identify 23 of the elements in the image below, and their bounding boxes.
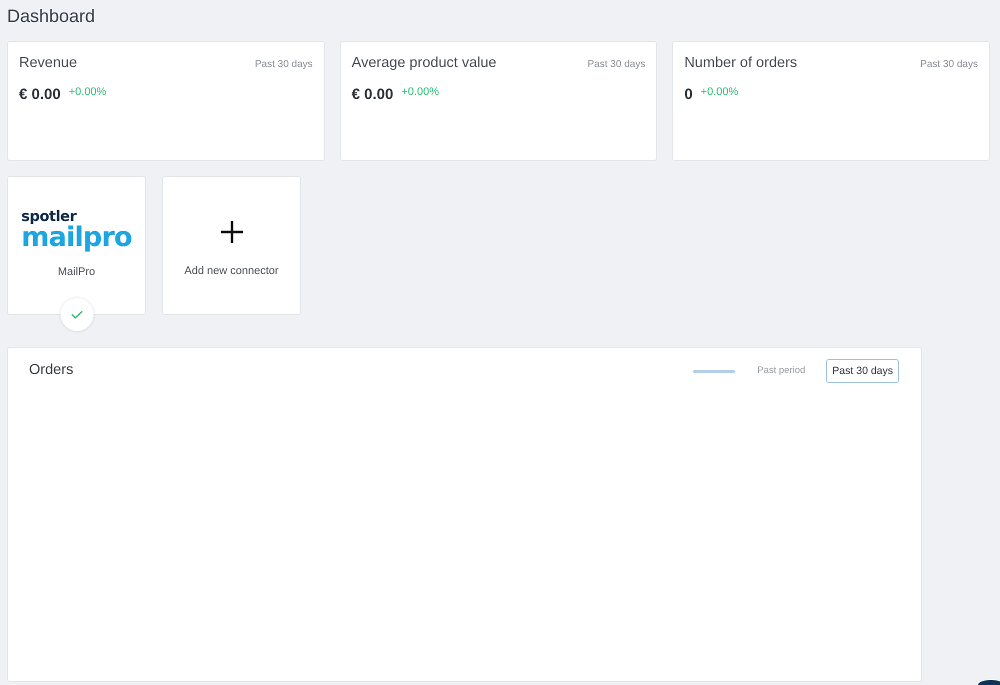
connector-card[interactable]: Add new connector	[162, 176, 301, 315]
connector-label: MailPro	[58, 264, 96, 278]
connector-label: Add new connector	[184, 264, 279, 278]
panel-title: Orders	[29, 361, 74, 380]
metric-title: Average product value	[352, 54, 496, 72]
period-label: Past 30 days	[588, 58, 646, 72]
page-title: Dashboard	[7, 5, 96, 27]
period-button[interactable]: Past 30 days	[826, 359, 899, 383]
round-button[interactable]	[978, 680, 1000, 685]
metric-value: € 0.00	[19, 86, 61, 104]
change-percent: +0.00%	[700, 86, 738, 99]
brand-logo: spotler mailpro	[21, 210, 132, 250]
plus-icon	[220, 221, 242, 243]
legend-label: Past period	[757, 364, 806, 378]
metric-value: 0	[684, 86, 693, 104]
metric-value: € 0.00	[352, 86, 394, 104]
legend-line-icon	[693, 370, 736, 372]
metric-title: Number of orders	[684, 54, 798, 72]
period-label: Past 30 days	[254, 58, 313, 72]
change-percent: +0.00%	[68, 86, 106, 99]
change-percent: +0.00%	[401, 86, 439, 99]
metric-title: Revenue	[19, 54, 78, 72]
period-label: Past 30 days	[920, 58, 978, 72]
